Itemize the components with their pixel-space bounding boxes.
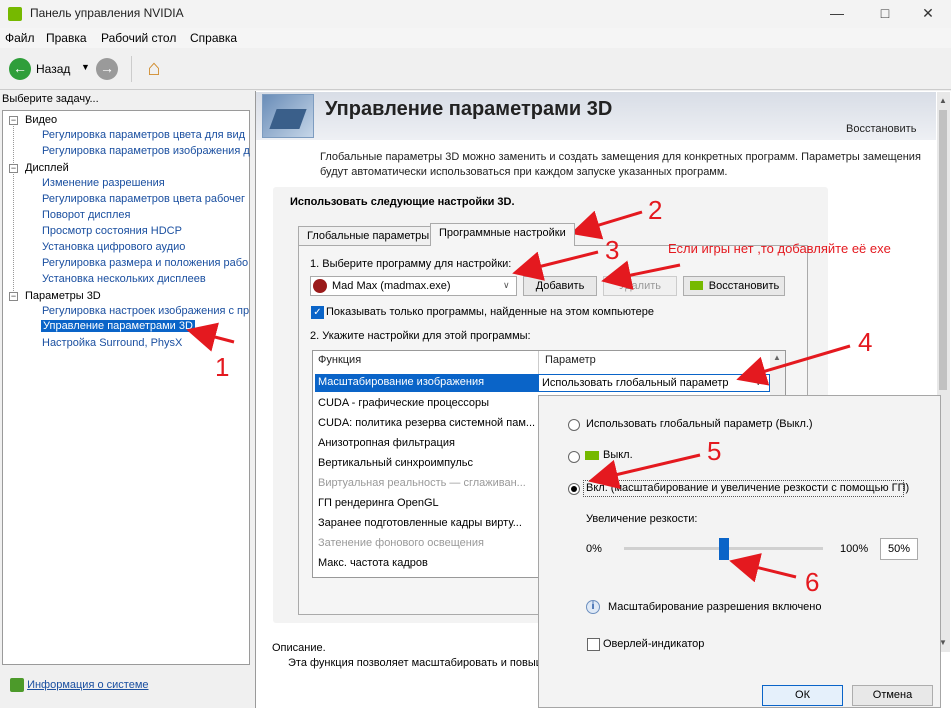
arrow-2 bbox=[570, 210, 643, 240]
annotation-1: 1 bbox=[215, 352, 230, 382]
annotation-3: 3 bbox=[605, 235, 620, 265]
arrow-1 bbox=[186, 322, 235, 352]
annotation-4: 4 bbox=[858, 327, 873, 357]
arrow-4 bbox=[736, 344, 851, 386]
annotation-arrows bbox=[186, 210, 851, 583]
annotation-6: 6 bbox=[805, 567, 820, 597]
annotation-5: 5 bbox=[707, 436, 722, 466]
arrow-5 bbox=[588, 453, 701, 490]
arrow-6 bbox=[729, 553, 797, 583]
tab-program-settings[interactable]: Программные настройки bbox=[430, 223, 575, 246]
annotation-2: 2 bbox=[648, 195, 663, 225]
annotation-note: Если игры нет ,то добавляйте её exe bbox=[668, 241, 891, 256]
arrow-3b bbox=[601, 260, 681, 290]
arrow-3 bbox=[512, 250, 599, 281]
